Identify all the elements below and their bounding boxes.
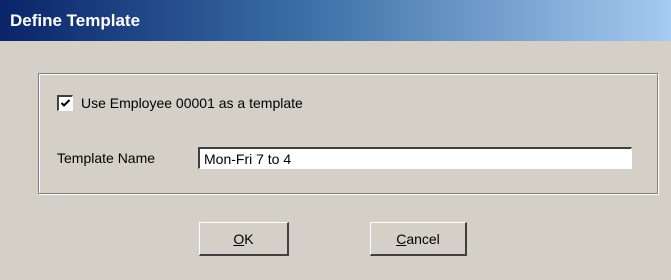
template-name-label: Template Name <box>57 150 156 166</box>
cancel-label-rest: ancel <box>406 230 440 247</box>
template-name-row: Template Name <box>57 145 632 171</box>
ok-button[interactable]: OK <box>199 222 289 256</box>
cancel-mnemonic: C <box>396 230 407 247</box>
checkmark-icon <box>60 99 71 107</box>
template-name-input[interactable] <box>198 147 632 169</box>
window-title: Define Template <box>10 11 141 30</box>
cancel-button[interactable]: Cancel <box>370 222 467 256</box>
ok-label-rest: K <box>244 230 254 247</box>
title-bar[interactable]: Define Template <box>0 0 671 41</box>
use-template-option[interactable]: Use Employee 00001 as a template <box>57 94 303 112</box>
template-options-group: Use Employee 00001 as a template Templat… <box>38 73 658 194</box>
dialog-body: Use Employee 00001 as a template Templat… <box>0 41 671 280</box>
use-template-checkbox[interactable] <box>57 95 73 111</box>
use-template-label: Use Employee 00001 as a template <box>81 95 303 111</box>
ok-mnemonic: O <box>233 230 245 247</box>
